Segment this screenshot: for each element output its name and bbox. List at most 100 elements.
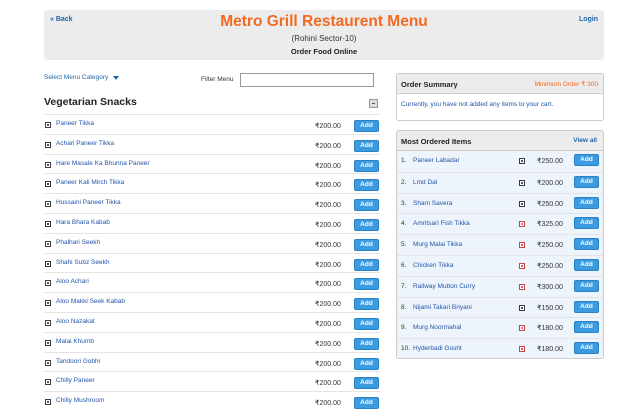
menu-item-name[interactable]: Paneer Tikka xyxy=(56,120,94,127)
add-button[interactable]: Add xyxy=(354,179,379,192)
filter-menu-input[interactable] xyxy=(240,73,374,87)
add-button[interactable]: Add xyxy=(574,258,599,271)
menu-item-price: ₹200.00 xyxy=(315,261,341,269)
rank-number: 10. xyxy=(401,345,411,353)
menu-item-row: Hare Masale Ka Bhunna Paneer ₹200.00 Add xyxy=(44,153,380,174)
most-ordered-row: 2. Lmd Dal ₹200.00 Add xyxy=(397,171,603,193)
veg-indicator-icon xyxy=(45,359,51,366)
menu-item-row: Hussaini Paneer Tikka ₹200.00 Add xyxy=(44,193,380,213)
add-button[interactable]: Add xyxy=(574,300,599,313)
most-ordered-item-name[interactable]: Amritsari Fish Tikka xyxy=(413,220,470,227)
menu-item-row: Shahi Subz Seekh ₹200.00 Add xyxy=(44,252,380,273)
order-summary-panel: Order Summary Minimum Order ₹ 300 Curren… xyxy=(396,73,604,121)
most-ordered-price: ₹300.00 xyxy=(537,283,563,291)
most-ordered-item-name[interactable]: Murg Noormahal xyxy=(413,324,461,331)
add-button[interactable]: Add xyxy=(574,321,599,334)
menu-item-name[interactable]: Paneer Kali Mirch Tikka xyxy=(56,179,124,186)
nonveg-indicator-icon xyxy=(519,325,525,332)
add-button[interactable]: Add xyxy=(354,397,379,410)
add-button[interactable]: Add xyxy=(574,342,599,355)
add-button[interactable]: Add xyxy=(574,175,599,188)
add-button[interactable]: Add xyxy=(574,217,599,230)
most-ordered-item-name[interactable]: Paneer Labadar xyxy=(413,157,460,164)
most-ordered-row: 10. Hyderbadi Gosht ₹180.00 Add xyxy=(397,338,603,358)
menu-item-name[interactable]: Hussaini Paneer Tikka xyxy=(56,199,121,206)
menu-category-dropdown[interactable]: Select Menu Category xyxy=(44,74,120,81)
veg-indicator-icon xyxy=(45,220,51,227)
most-ordered-panel: Most Ordered Items View all 1. Paneer La… xyxy=(396,130,604,359)
most-ordered-price: ₹250.00 xyxy=(537,158,563,165)
veg-indicator-icon xyxy=(45,201,51,208)
menu-item-price: ₹200.00 xyxy=(315,281,341,289)
add-button[interactable]: Add xyxy=(574,238,599,251)
most-ordered-item-name[interactable]: Lmd Dal xyxy=(413,179,437,186)
most-ordered-title: Most Ordered Items xyxy=(401,137,472,146)
menu-item-price: ₹200.00 xyxy=(315,123,341,130)
veg-indicator-icon xyxy=(45,181,51,188)
menu-item-price: ₹200.00 xyxy=(315,400,341,408)
add-button[interactable]: Add xyxy=(354,258,379,271)
menu-item-name[interactable]: Aloo Nazakat xyxy=(56,318,95,325)
nonveg-indicator-icon xyxy=(519,283,525,290)
most-ordered-item-name[interactable]: Sham Savera xyxy=(413,200,452,207)
most-ordered-item-name[interactable]: Murg Malai Tikka xyxy=(413,241,462,248)
add-button[interactable]: Add xyxy=(574,196,599,209)
minus-icon[interactable] xyxy=(369,99,378,108)
add-button[interactable]: Add xyxy=(574,154,599,166)
menu-item-name[interactable]: Phalhari Seekh xyxy=(56,239,100,246)
add-button[interactable]: Add xyxy=(354,317,379,330)
menu-item-name[interactable]: Chilly Paneer xyxy=(56,377,95,384)
menu-item-name[interactable]: Shahi Subz Seekh xyxy=(56,259,109,266)
add-button[interactable]: Add xyxy=(354,199,379,212)
add-button[interactable]: Add xyxy=(354,278,379,291)
veg-indicator-icon xyxy=(519,200,525,207)
menu-item-name[interactable]: Malai Khumb xyxy=(56,338,94,345)
add-button[interactable]: Add xyxy=(354,139,379,152)
add-button[interactable]: Add xyxy=(354,238,379,251)
add-button[interactable]: Add xyxy=(354,159,379,172)
menu-item-row: Aloo Makki Seek Kabab ₹200.00 Add xyxy=(44,292,380,312)
menu-item-row: Malai Khumb ₹200.00 Add xyxy=(44,331,380,352)
veg-indicator-icon xyxy=(45,260,51,267)
restaurant-location: (Rohini Sector-10) xyxy=(291,34,357,43)
menu-item-price: ₹200.00 xyxy=(315,241,341,249)
cart-empty-message: Currently, you have not added any items … xyxy=(401,101,554,108)
menu-item-name[interactable]: Aloo Makki Seek Kabab xyxy=(56,298,125,305)
most-ordered-item-name[interactable]: Chicken Tikka xyxy=(413,262,453,269)
add-button[interactable]: Add xyxy=(354,377,379,390)
menu-item-name[interactable]: Chilly Mushroom xyxy=(56,397,104,404)
rank-number: 9. xyxy=(401,324,407,332)
most-ordered-item-name[interactable]: Nijami Takari Briyani xyxy=(413,304,472,311)
add-button[interactable]: Add xyxy=(574,279,599,292)
most-ordered-row: 7. Railway Mutton Curry ₹300.00 Add xyxy=(397,275,603,297)
add-button[interactable]: Add xyxy=(354,298,379,311)
veg-indicator-icon xyxy=(45,319,51,326)
menu-item-price: ₹200.00 xyxy=(315,162,341,170)
rank-number: 2. xyxy=(401,178,407,186)
menu-item-price: ₹200.00 xyxy=(315,221,341,229)
menu-item-name[interactable]: Hara Bhara Kabab xyxy=(56,219,110,226)
most-ordered-item-name[interactable]: Railway Mutton Curry xyxy=(413,283,475,290)
menu-item-price: ₹200.00 xyxy=(315,182,341,190)
add-button[interactable]: Add xyxy=(354,337,379,350)
menu-item-name[interactable]: Achari Paneer Tikka xyxy=(56,140,114,147)
menu-item-name[interactable]: Aloo Achari xyxy=(56,278,89,285)
most-ordered-price: ₹250.00 xyxy=(537,200,563,208)
most-ordered-row: 1. Paneer Labadar ₹250.00 Add xyxy=(397,151,603,172)
menu-item-name[interactable]: Hare Masale Ka Bhunna Paneer xyxy=(56,160,150,167)
add-button[interactable]: Add xyxy=(354,120,379,132)
add-button[interactable]: Add xyxy=(354,218,379,231)
most-ordered-item-name[interactable]: Hyderbadi Gosht xyxy=(413,345,462,352)
rank-number: 4. xyxy=(401,220,407,228)
view-all-link[interactable]: View all xyxy=(573,137,597,144)
veg-indicator-icon xyxy=(45,280,51,287)
menu-item-price: ₹200.00 xyxy=(315,340,341,348)
minimum-order-note: Minimum Order ₹ 300 xyxy=(534,81,598,88)
section-title: Vegetarian Snacks xyxy=(44,96,137,108)
most-ordered-row: 6. Chicken Tikka ₹250.00 Add xyxy=(397,254,603,276)
most-ordered-row: 9. Murg Noormahal ₹180.00 Add xyxy=(397,317,603,339)
menu-item-name[interactable]: Tandoori Gobhi xyxy=(56,358,100,365)
veg-indicator-icon xyxy=(45,339,51,346)
veg-indicator-icon xyxy=(45,399,51,406)
add-button[interactable]: Add xyxy=(354,357,379,370)
